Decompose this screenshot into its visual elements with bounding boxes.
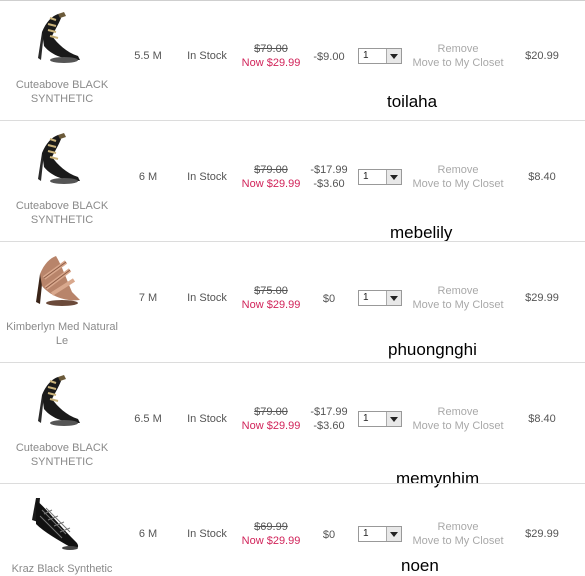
username-label: phuongnghi — [388, 340, 477, 359]
discount-block: -$17.99 -$3.60 — [306, 405, 352, 433]
cart-row: Cuteabove BLACK SYNTHETIC 6.5 M In Stock… — [0, 363, 585, 488]
username-label: toilaha — [387, 92, 438, 111]
item-actions: Remove Move to My Closet — [408, 520, 508, 548]
quantity-value: 1 — [363, 171, 369, 182]
price-block: $79.00 Now $29.99 — [236, 405, 306, 433]
move-to-closet-link[interactable]: Move to My Closet — [408, 419, 508, 433]
discount-block: $0 — [306, 528, 352, 542]
stock-status: In Stock — [187, 292, 227, 304]
product-name[interactable]: Kraz Black Synthetic — [4, 562, 120, 576]
dropdown-arrow-icon[interactable] — [386, 170, 401, 184]
product-thumbnail-pump-icon[interactable] — [22, 490, 86, 554]
stock-status: In Stock — [187, 528, 227, 540]
original-price: $69.99 — [254, 521, 288, 533]
price-block: $75.00 Now $29.99 — [236, 284, 306, 312]
product-size: 6 M — [138, 171, 158, 183]
quantity-value: 1 — [363, 292, 369, 303]
sale-price: Now $29.99 — [241, 420, 301, 432]
line-total: $20.99 — [525, 50, 559, 62]
sale-price: Now $29.99 — [241, 299, 301, 311]
discount-amount: -$9.00 — [313, 51, 345, 63]
stock-status: In Stock — [187, 171, 227, 183]
stock-status: In Stock — [187, 50, 227, 62]
line-total: $8.40 — [528, 171, 556, 183]
discount-block: -$17.99 -$3.60 — [306, 163, 352, 191]
quantity-value: 1 — [363, 528, 369, 539]
remove-link[interactable]: Remove — [408, 163, 508, 177]
price-block: $79.00 Now $29.99 — [236, 163, 306, 191]
remove-link[interactable]: Remove — [408, 405, 508, 419]
cart-row: Kimberlyn Med Natural Le 7 M In Stock $7… — [0, 242, 585, 363]
discount-block: -$9.00 — [306, 50, 352, 64]
dropdown-arrow-icon[interactable] — [386, 412, 401, 426]
product-size: 7 M — [138, 292, 158, 304]
product-name[interactable]: Kimberlyn Med Natural Le — [4, 320, 120, 348]
discount-amount: $0 — [322, 293, 336, 305]
move-to-closet-link[interactable]: Move to My Closet — [408, 534, 508, 548]
product-size: 6 M — [138, 528, 158, 540]
sale-price: Now $29.99 — [241, 178, 301, 190]
quantity-value: 1 — [363, 50, 369, 61]
quantity-select[interactable]: 1 — [358, 526, 402, 542]
item-actions: Remove Move to My Closet — [408, 42, 508, 70]
remove-link[interactable]: Remove — [408, 284, 508, 298]
product-thumbnail-sandal-icon[interactable] — [22, 127, 86, 191]
product-thumbnail-sandal-icon[interactable] — [22, 369, 86, 433]
price-block: $69.99 Now $29.99 — [236, 520, 306, 548]
sale-price: Now $29.99 — [241, 535, 301, 547]
original-price: $79.00 — [254, 164, 288, 176]
product-size: 6.5 M — [134, 413, 162, 425]
dropdown-arrow-icon[interactable] — [386, 49, 401, 63]
line-total: $29.99 — [525, 292, 559, 304]
quantity-value: 1 — [363, 413, 369, 424]
original-price: $79.00 — [254, 43, 288, 55]
line-total: $8.40 — [528, 413, 556, 425]
move-to-closet-link[interactable]: Move to My Closet — [408, 56, 508, 70]
line-total: $29.99 — [525, 528, 559, 540]
remove-link[interactable]: Remove — [408, 42, 508, 56]
product-size: 5.5 M — [134, 50, 162, 62]
quantity-select[interactable]: 1 — [358, 290, 402, 306]
item-actions: Remove Move to My Closet — [408, 163, 508, 191]
product-name[interactable]: Cuteabove BLACK SYNTHETIC — [4, 199, 120, 227]
item-actions: Remove Move to My Closet — [408, 284, 508, 312]
sale-price: Now $29.99 — [241, 57, 301, 69]
quantity-select[interactable]: 1 — [358, 411, 402, 427]
price-block: $79.00 Now $29.99 — [236, 42, 306, 70]
dropdown-arrow-icon[interactable] — [386, 291, 401, 305]
item-actions: Remove Move to My Closet — [408, 405, 508, 433]
quantity-select[interactable]: 1 — [358, 48, 402, 64]
product-thumbnail-sandal-icon[interactable] — [22, 6, 86, 70]
discount-block: $0 — [306, 292, 352, 306]
product-name[interactable]: Cuteabove BLACK SYNTHETIC — [4, 441, 120, 469]
product-name[interactable]: Cuteabove BLACK SYNTHETIC — [4, 78, 120, 106]
discount-amount: -$17.99 — [310, 406, 348, 418]
discount-amount: -$3.60 — [313, 178, 345, 190]
move-to-closet-link[interactable]: Move to My Closet — [408, 177, 508, 191]
stock-status: In Stock — [187, 413, 227, 425]
cart-row: Cuteabove BLACK SYNTHETIC 6 M In Stock $… — [0, 121, 585, 242]
quantity-select[interactable]: 1 — [358, 169, 402, 185]
product-thumbnail-sandal-icon[interactable] — [22, 248, 86, 312]
original-price: $79.00 — [254, 406, 288, 418]
cart-row: Kraz Black Synthetic 6 M In Stock $69.99… — [0, 484, 585, 576]
dropdown-arrow-icon[interactable] — [386, 527, 401, 541]
username-label: mebelily — [390, 223, 453, 242]
discount-amount: -$17.99 — [310, 164, 348, 176]
discount-amount: -$3.60 — [313, 420, 345, 432]
discount-amount: $0 — [322, 529, 336, 541]
remove-link[interactable]: Remove — [408, 520, 508, 534]
cart-row: Cuteabove BLACK SYNTHETIC 5.5 M In Stock… — [0, 0, 585, 121]
username-label: noen — [401, 556, 439, 575]
move-to-closet-link[interactable]: Move to My Closet — [408, 298, 508, 312]
original-price: $75.00 — [254, 285, 288, 297]
